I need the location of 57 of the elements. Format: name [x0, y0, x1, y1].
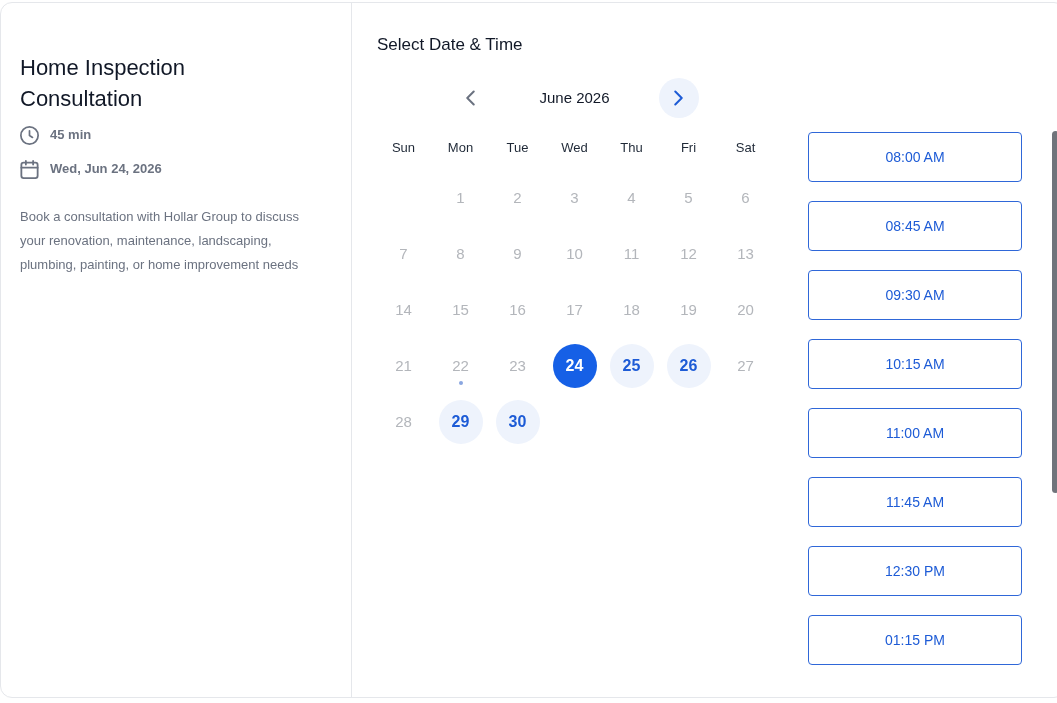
day-number: 8 — [456, 243, 465, 264]
chevron-right-icon — [674, 90, 683, 106]
day-number: 27 — [737, 355, 754, 376]
day-number: 20 — [737, 299, 754, 320]
day-number: 21 — [395, 355, 412, 376]
time-slot-button[interactable]: 12:30 PM — [808, 546, 1022, 596]
weekday-label: Wed — [561, 139, 588, 158]
date-text: Wed, Jun 24, 2026 — [50, 160, 162, 179]
day-number: 14 — [395, 299, 412, 320]
month-label: June 2026 — [539, 87, 610, 108]
day-button[interactable]: 29 — [438, 400, 483, 444]
time-slot-button[interactable]: 08:00 AM — [808, 132, 1022, 182]
weekday-label: Sat — [735, 139, 756, 158]
day-number: 28 — [395, 411, 412, 432]
day-button[interactable]: 26 — [666, 344, 711, 388]
scrollbar-thumb[interactable] — [1052, 131, 1057, 493]
event-title: Home Inspection Consultation — [20, 54, 187, 113]
day-number: 16 — [509, 299, 526, 320]
day-button[interactable]: 30 — [495, 400, 540, 444]
calendar-icon — [20, 159, 39, 179]
section-heading: Select Date & Time — [377, 34, 524, 56]
weekday-label: Thu — [620, 139, 643, 158]
day-number: 23 — [509, 355, 526, 376]
day-number: 6 — [741, 187, 750, 208]
time-slot-button[interactable]: 01:15 PM — [808, 615, 1022, 665]
event-description: Book a consultation with Hollar Group to discuss your renovation, maintenance, landscaping, plumbing, painting, or home improvement needs — [20, 208, 300, 274]
day-number: 17 — [566, 299, 583, 320]
weekday-label: Fri — [680, 139, 697, 158]
time-slot-button[interactable]: 11:00 AM — [808, 408, 1022, 458]
day-number: 1 — [456, 187, 465, 208]
time-slot-button[interactable]: 10:15 AM — [808, 339, 1022, 389]
day-number: 11 — [623, 243, 640, 264]
day-number: 7 — [399, 243, 408, 264]
time-slot-button[interactable]: 11:45 AM — [808, 477, 1022, 527]
day-number: 3 — [570, 187, 579, 208]
weekday-label: Mon — [447, 139, 474, 158]
next-month-button[interactable] — [658, 78, 699, 118]
day-button[interactable]: 25 — [609, 344, 654, 388]
day-number: 15 — [452, 299, 469, 320]
day-number: 18 — [623, 299, 640, 320]
chevron-left-icon — [466, 90, 475, 106]
clock-icon — [20, 125, 39, 145]
day-button[interactable]: 24 — [552, 344, 597, 388]
day-number: 19 — [680, 299, 697, 320]
day-number: 2 — [513, 187, 522, 208]
weekday-label: Tue — [506, 139, 529, 158]
day-number: 22 — [452, 355, 469, 376]
day-number: 4 — [627, 187, 636, 208]
time-slot-button[interactable]: 09:30 AM — [808, 270, 1022, 320]
day-number: 5 — [684, 187, 693, 208]
day-number: 10 — [566, 243, 583, 264]
weekday-label: Sun — [391, 139, 416, 158]
day-number: 13 — [737, 243, 754, 264]
day-number: 12 — [680, 243, 697, 264]
time-slot-button[interactable]: 08:45 AM — [808, 201, 1022, 251]
day-number: 9 — [513, 243, 522, 264]
duration-text: 45 min — [50, 126, 92, 145]
